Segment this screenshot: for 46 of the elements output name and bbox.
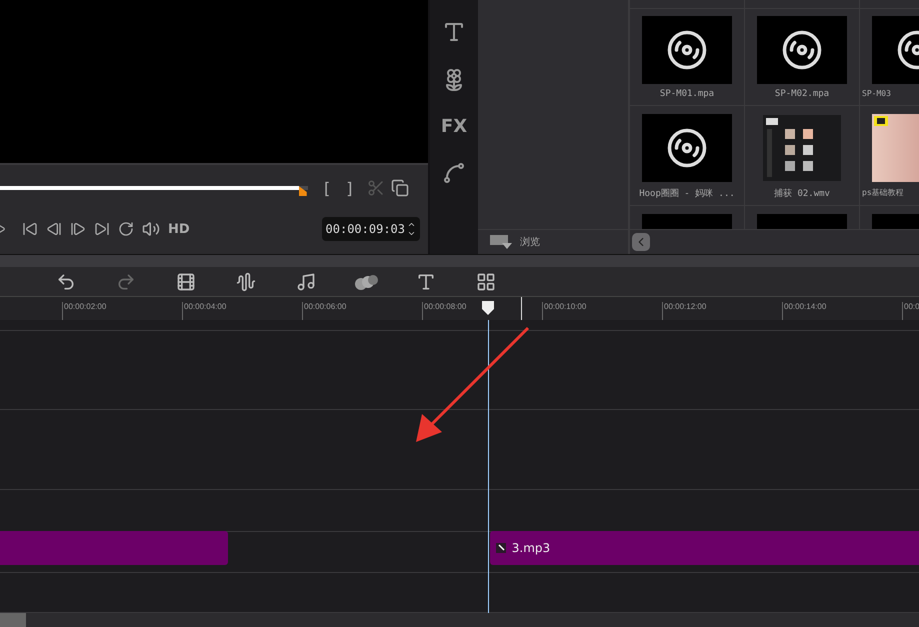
thumbnail-caption: 捕获 02.wmv xyxy=(774,188,830,200)
skip-back-icon[interactable] xyxy=(22,221,38,237)
grid-icon[interactable] xyxy=(476,272,496,292)
thumbnail-caption: SP-M02.mpa xyxy=(774,89,830,99)
audio-thumbnail[interactable] xyxy=(757,16,847,84)
thumbnail-caption: SP-M03 xyxy=(861,89,891,98)
audio-wave-icon[interactable] xyxy=(236,272,256,292)
spin-up-icon[interactable] xyxy=(407,220,416,229)
title-icon[interactable] xyxy=(442,20,466,44)
path-icon[interactable] xyxy=(442,161,466,185)
music-disc-icon xyxy=(781,29,823,71)
repeat-icon[interactable] xyxy=(118,221,134,237)
audio-clip[interactable]: 3.mp3 xyxy=(490,531,919,566)
timecode-field[interactable]: 00:00:09:03 xyxy=(322,217,420,241)
timeline-ruler[interactable]: 00:00:02:00 00:00:04:00 00:00:06:00 00:00:08:00 00:00:10:00 00:00:12:00 00:00:14:00 00:0 xyxy=(0,296,919,320)
audio-clip-icon xyxy=(496,543,506,554)
audio-thumbnail[interactable] xyxy=(642,114,732,182)
scroll-left-button[interactable] xyxy=(632,233,650,251)
title-icon[interactable] xyxy=(416,272,436,292)
skip-forward-icon[interactable] xyxy=(94,221,110,237)
spin-down-icon[interactable] xyxy=(407,229,416,238)
music-disc-icon xyxy=(666,29,708,71)
volume-icon[interactable] xyxy=(142,220,160,238)
redo-icon[interactable] xyxy=(116,272,136,292)
undo-icon[interactable] xyxy=(56,272,76,292)
audio-thumbnail[interactable] xyxy=(642,16,732,84)
clip-name: 3.mp3 xyxy=(512,541,550,556)
step-back-icon[interactable] xyxy=(46,221,62,237)
mark-in-button[interactable]: [ xyxy=(324,178,330,198)
mark-out-button[interactable]: ] xyxy=(346,178,352,198)
hd-button[interactable]: HD xyxy=(168,222,190,236)
scrollbar-thumb[interactable] xyxy=(0,613,26,627)
film-reel-icon[interactable] xyxy=(176,272,196,292)
copy-icon[interactable] xyxy=(390,179,408,197)
playhead-marker[interactable] xyxy=(482,301,494,316)
thumbnail-caption: Hoop圈圈 - 妈咪 ... xyxy=(639,188,735,200)
step-forward-icon[interactable] xyxy=(70,221,86,237)
browse-icon[interactable] xyxy=(490,235,512,249)
scrub-handle[interactable] xyxy=(298,186,307,196)
fx-button[interactable]: FX xyxy=(440,116,468,137)
browse-label[interactable]: 浏览 xyxy=(520,235,540,249)
music-icon[interactable] xyxy=(296,272,316,292)
circles-icon[interactable] xyxy=(353,272,379,291)
thumbnail-caption: SP-M01.mpa xyxy=(660,89,714,99)
music-disc-icon xyxy=(666,127,708,169)
thumbnail-caption: ps基础教程 xyxy=(861,187,904,198)
